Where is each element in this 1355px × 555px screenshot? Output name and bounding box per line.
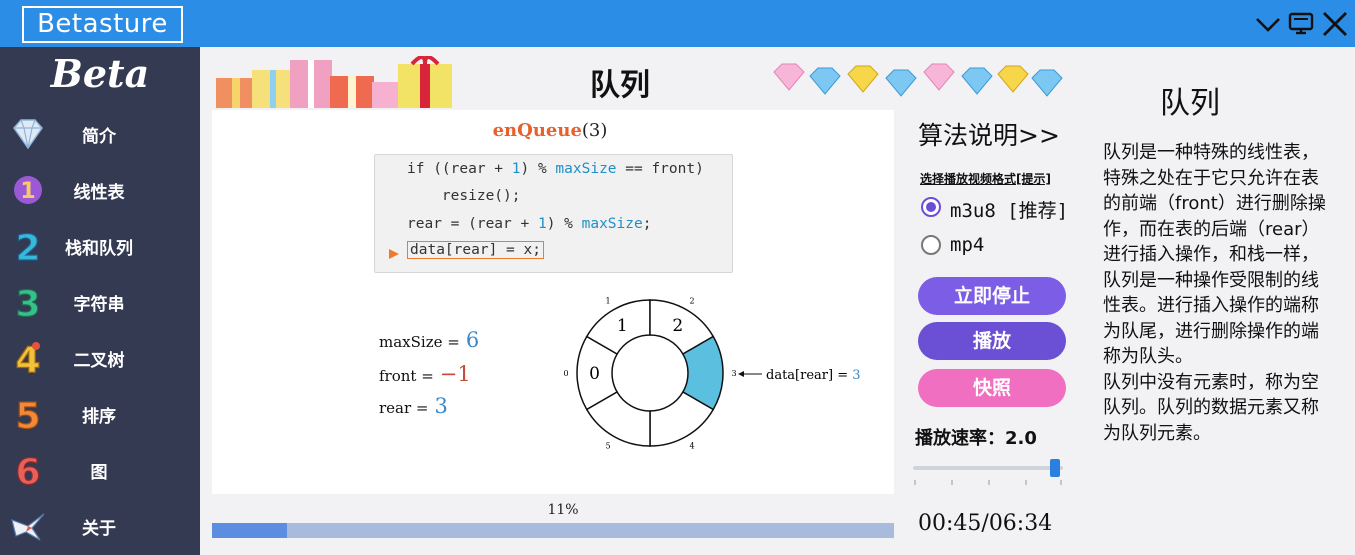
var-front: front = −1 [379,362,471,386]
queue-slot-index: 2 [689,296,694,305]
play-button[interactable]: 播放 [918,322,1066,360]
function-name: enQueue [492,120,582,141]
brand-logo: Beta [50,51,150,96]
function-arg: (3) [581,120,608,141]
code-line: resize(); [407,188,521,204]
page-title: 队列 [590,68,650,103]
sidebar-item-label: 线性表 [73,183,125,203]
origami-bird-icon [11,513,45,541]
function-title: enQueue(3) [430,120,670,141]
playback-time: 00:45/06:34 [918,511,1053,536]
sidebar-item-label: 二叉树 [73,351,125,371]
slider-thumb[interactable] [1050,459,1061,477]
queue-slot-value: 2 [672,316,683,336]
app-logo: Betasture [22,6,183,43]
queue-slot-index: 0 [563,369,568,378]
sidebar-item-linear-list[interactable]: 1 线性表 [0,164,200,214]
sidebar-item-label: 简介 [82,127,116,147]
format-radio-m3u8[interactable] [921,197,941,217]
sidebar-item-string[interactable]: 3 字符串 [0,276,200,326]
close-icon[interactable] [1321,10,1349,38]
circular-queue-diagram: 0 0 1 1 2 2 3 4 5 data[rear] = 3 [563,296,861,451]
sidebar-item-label: 图 [90,463,108,483]
rear-pointer-label: data[rear] = 3 [766,368,861,383]
sidebar-item-label: 字符串 [73,295,125,315]
code-snippet: if ((rear + 1) % maxSize == front) resiz… [374,154,733,273]
queue-slot-value: 1 [617,316,628,336]
chevron-down-icon[interactable] [1254,10,1282,38]
sidebar-item-stack-queue[interactable]: 2 栈和队列 [0,220,200,270]
code-line-current: data[rear] = x; [407,241,544,259]
queue-slot-index: 3 [731,369,736,378]
gifts-decoration [216,56,452,108]
progress-bar-fill [212,523,288,538]
number-2-icon: 2 [15,227,41,266]
svg-text:6: 6 [15,452,40,490]
progress-bar[interactable] [212,523,894,538]
stop-button[interactable]: 立即停止 [918,277,1066,315]
var-rear: rear = 3 [379,394,448,418]
description-paragraph: 队列是一种特殊的线性表，特殊之处在于它只允许在表的前端（front）进行删除操作… [1103,142,1326,367]
number-6-icon: 6 [15,451,41,490]
playback-speed-slider[interactable] [913,459,1063,477]
number-1-icon: 1 [14,176,42,204]
queue-slot-index: 1 [605,296,610,305]
description-text: 队列是一种特殊的线性表，特殊之处在于它只允许在表的前端（front）进行删除操作… [1103,140,1333,446]
snapshot-button[interactable]: 快照 [918,369,1066,407]
description-title: 队列 [1160,86,1220,121]
format-label-mp4[interactable]: mp4 [950,234,984,256]
rear-pointer-arrowhead [738,371,744,377]
progress-percent: 11% [547,502,579,518]
monitor-icon[interactable] [1287,10,1315,38]
sidebar-item-intro[interactable]: 简介 [0,108,200,158]
queue-slot-index: 5 [605,442,610,451]
sidebar-item-sort[interactable]: 5 排序 [0,388,200,438]
diamond-icon [13,119,43,150]
algorithm-explanation-link[interactable]: 算法说明>> [918,116,1060,152]
sidebar-item-label: 关于 [82,519,116,539]
rear-pointer-value: 3 [852,368,860,383]
sidebar-item-binary-tree[interactable]: 4 二叉树 [0,332,200,382]
var-maxsize: maxSize = 6 [379,328,480,352]
format-radio-mp4[interactable] [921,235,941,255]
queue-slot-value: 0 [589,364,600,384]
description-paragraph: 队列中没有元素时，称为空队列。队列的数据元素又称为队列元素。 [1103,371,1319,444]
svg-text:3: 3 [15,284,40,322]
title-bar: Betasture [0,0,1355,47]
sidebar-item-label: 栈和队列 [65,239,133,259]
sidebar-item-graph[interactable]: 6 图 [0,444,200,494]
queue-slot-index: 4 [689,442,694,451]
number-3-icon: 3 [15,283,41,322]
svg-text:1: 1 [20,179,35,204]
diamonds-decoration [773,63,1063,97]
number-5-icon: 5 [15,395,41,434]
slider-ticks [914,480,1062,485]
number-4-icon: 4 [15,339,41,378]
svg-text:2: 2 [15,228,40,266]
sidebar-item-about[interactable]: 关于 [0,500,200,550]
playback-speed-label: 播放速率：2.0 [915,428,1037,449]
format-label-m3u8[interactable]: m3u8 [推荐] [950,196,1068,223]
format-hint-link[interactable]: 选择播放视频格式[提示] [920,170,1051,187]
sidebar: Beta 简介 1 线性表 2 栈和队列 3 字符串 4 二叉树 5 排序 6 … [0,47,200,555]
sidebar-item-label: 排序 [82,407,116,427]
svg-text:5: 5 [15,396,40,434]
code-line: if ((rear + 1) % maxSize == front) [407,161,704,177]
code-line: rear = (rear + 1) % maxSize; [407,216,652,232]
current-line-arrow-icon [389,249,399,259]
